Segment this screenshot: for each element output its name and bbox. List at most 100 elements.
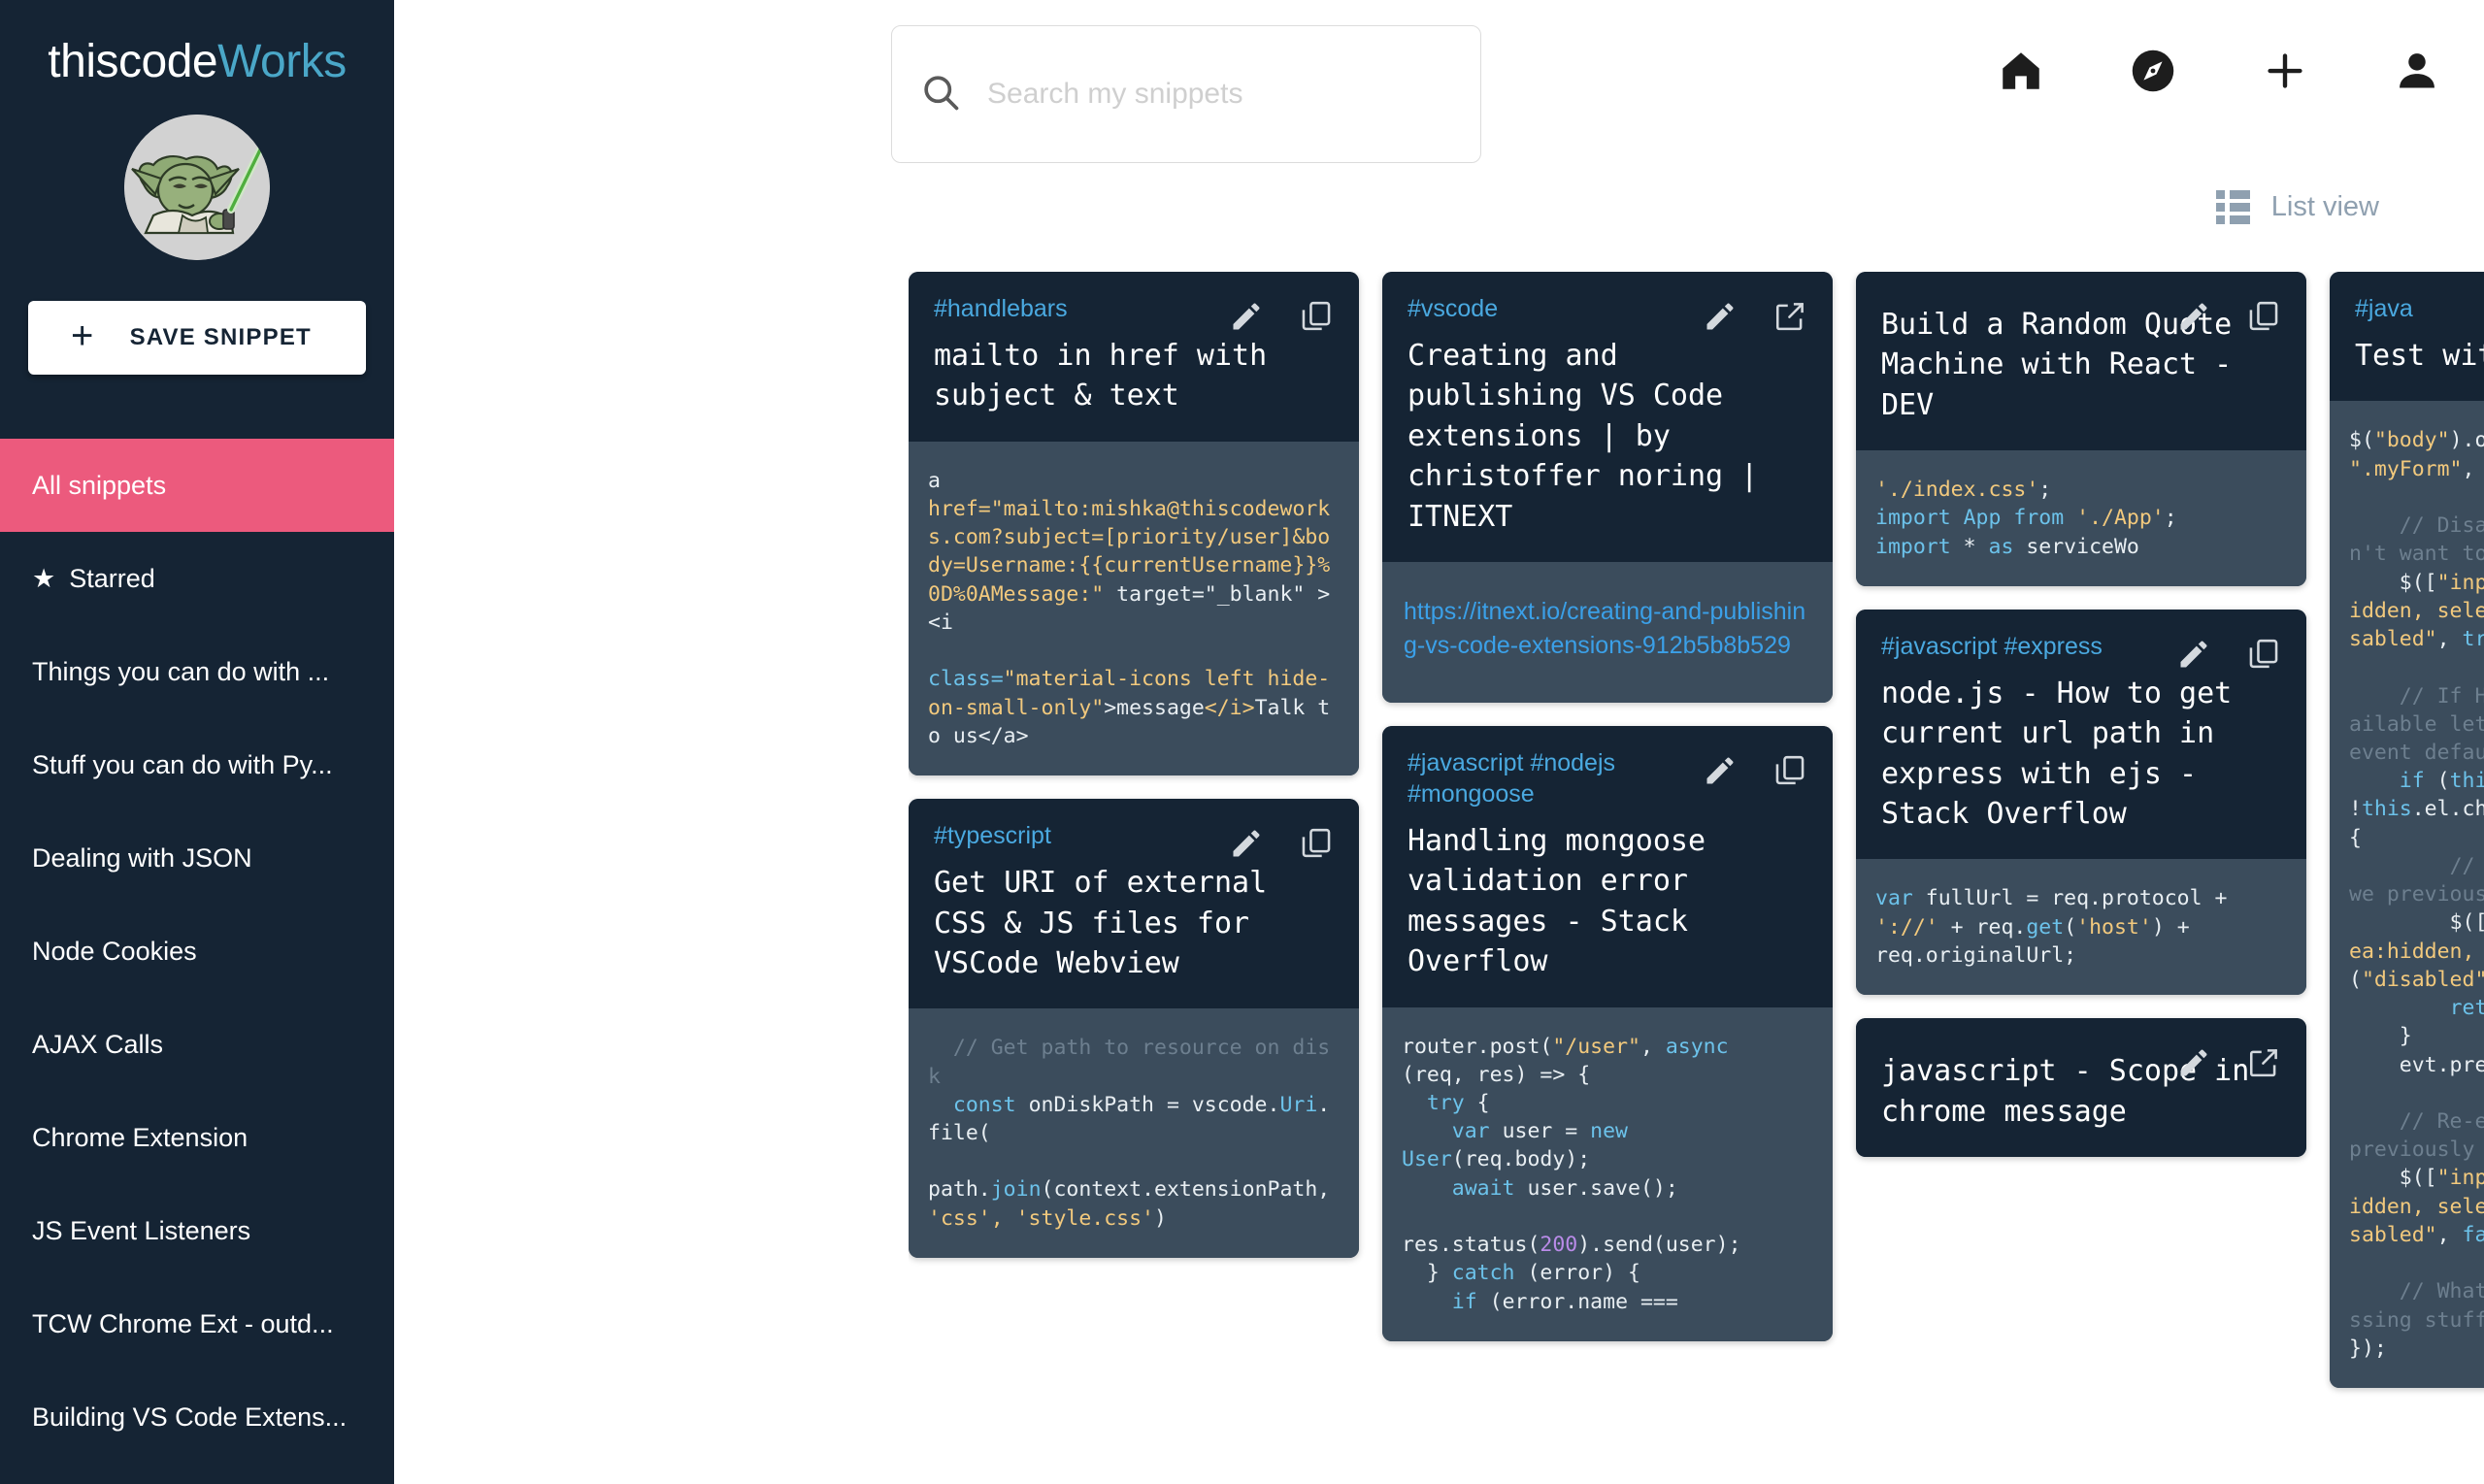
list-view-toggle[interactable]: List view (2215, 190, 2379, 224)
sidebar-item-label: JS Event Listeners (32, 1215, 251, 1245)
snippet-card[interactable]: #javascript #express node.js - How to get… (1856, 609, 2306, 996)
save-snippet-label: SAVE SNIPPET (129, 324, 312, 350)
sidebar-item-stuff-you-can-do-with-py[interactable]: Stuff you can do with Py... (0, 718, 394, 811)
top-icon-group (1997, 47, 2441, 100)
snippet-card-actions (1703, 753, 1807, 793)
snippet-column-2: #vscode Creating and publishing VS Code e… (1382, 272, 1833, 1484)
list-view-icon (2215, 190, 2250, 224)
snippet-card-actions (1229, 299, 1334, 339)
sidebar-item-label: Starred (69, 563, 155, 593)
snippet-board: #handlebars mailto in href with subject &… (909, 272, 2484, 1484)
star-icon: ★ (32, 563, 56, 593)
top-bar: List view (394, 0, 2484, 224)
save-snippet-button[interactable]: + SAVE SNIPPET (28, 301, 366, 375)
snippet-title: Test without required (2355, 339, 2484, 373)
sidebar-item-label: All snippets (32, 470, 167, 500)
snippet-card-actions (1703, 299, 1807, 339)
sidebar-item-label: Node Cookies (32, 936, 197, 966)
sidebar-item-ajax-calls[interactable]: AJAX Calls (0, 998, 394, 1091)
home-icon[interactable] (1997, 47, 2045, 100)
copy-icon[interactable] (2246, 299, 2281, 339)
app-logo[interactable]: thiscodeWorks (0, 0, 394, 85)
add-plus-icon[interactable] (2261, 47, 2309, 100)
sidebar-item-label: Building VS Code Extens... (32, 1402, 348, 1432)
snippet-column-4: #java Test without required $("body").on("… (2330, 272, 2484, 1484)
sidebar-item-label: Things you can do with ... (32, 656, 330, 686)
edit-pencil-icon[interactable] (1229, 299, 1264, 339)
sidebar-item-starred[interactable]: ★ Starred (0, 532, 394, 625)
snippet-tags[interactable]: #java (2355, 293, 2484, 324)
sidebar-item-label: Dealing with JSON (32, 842, 252, 873)
sidebar-item-tcw-chrome-ext-outd[interactable]: TCW Chrome Ext - outd... (0, 1277, 394, 1370)
sidebar: thiscodeWorks + SAVE SNIPPET All snippet… (0, 0, 394, 1484)
copy-icon[interactable] (1299, 299, 1334, 339)
list-view-label: List view (2270, 191, 2379, 222)
logo-text-accent: Works (217, 36, 347, 87)
snippet-card-actions (2176, 299, 2281, 339)
snippet-card[interactable]: javascript - Scope in chrome message (1856, 1018, 2306, 1157)
snippet-card-header: #javascript #nodejs #mongoose Handling mo… (1382, 725, 1833, 1007)
sidebar-item-label: Chrome Extension (32, 1122, 248, 1152)
edit-pencil-icon[interactable] (2176, 299, 2211, 339)
snippet-card-header: #vscode Creating and publishing VS Code e… (1382, 272, 1833, 562)
snippet-card[interactable]: #handlebars mailto in href with subject &… (909, 272, 1359, 776)
sidebar-item-things-you-can-do-with[interactable]: Things you can do with ... (0, 625, 394, 718)
sidebar-item-label: TCW Chrome Ext - outd... (32, 1308, 334, 1338)
snippet-card-header: Build a Random Quote Machine with React … (1856, 272, 2306, 451)
snippet-code: var fullUrl = req.protocol + '://' + req… (1856, 859, 2306, 996)
sidebar-item-dealing-with-json[interactable]: Dealing with JSON (0, 811, 394, 905)
snippet-card[interactable]: Build a Random Quote Machine with React … (1856, 272, 2306, 586)
edit-pencil-icon[interactable] (1229, 826, 1264, 866)
snippet-card-actions (1229, 826, 1334, 866)
sidebar-item-building-vs-code-extens[interactable]: Building VS Code Extens... (0, 1370, 394, 1464)
copy-icon[interactable] (1299, 826, 1334, 866)
explore-compass-icon[interactable] (2129, 47, 2177, 100)
snippet-card-header: #handlebars mailto in href with subject &… (909, 272, 1359, 442)
avatar[interactable] (124, 115, 270, 260)
snippet-card-header: #typescript Get URI of external CSS & JS … (909, 799, 1359, 1009)
app-root: thiscodeWorks + SAVE SNIPPET All snippet… (0, 0, 2484, 1484)
snippet-code: // Get path to resource on disk const on… (909, 1008, 1359, 1258)
sidebar-item-chrome-extension[interactable]: Chrome Extension (0, 1091, 394, 1184)
plus-icon: + (71, 314, 95, 357)
snippet-card[interactable]: #javascript #nodejs #mongoose Handling mo… (1382, 725, 1833, 1341)
search-input[interactable] (987, 78, 1453, 111)
snippet-card[interactable]: #typescript Get URI of external CSS & JS … (909, 799, 1359, 1258)
search-icon (919, 71, 962, 118)
edit-pencil-icon[interactable] (1703, 753, 1738, 793)
open-external-icon[interactable] (1772, 299, 1807, 339)
yoda-avatar-icon (124, 115, 270, 260)
sidebar-item-node-cookies[interactable]: Node Cookies (0, 905, 394, 998)
logo-text-primary: thiscode (48, 36, 218, 87)
snippet-code: a href="mailto:mishka@thiscodeworks.com?… (909, 441, 1359, 776)
snippet-column-3: Build a Random Quote Machine with React … (1856, 272, 2306, 1484)
snippet-column-1: #handlebars mailto in href with subject &… (909, 272, 1359, 1484)
snippet-code: $("body").on("submit", ".myForm", functi… (2330, 401, 2484, 1389)
snippet-card[interactable]: #vscode Creating and publishing VS Code e… (1382, 272, 1833, 703)
snippet-card-actions (2176, 637, 2281, 676)
snippet-card-header: javascript - Scope in chrome message (1856, 1018, 2306, 1157)
snippet-code: router.post("/user", async (req, res) =>… (1382, 1006, 1833, 1341)
copy-icon[interactable] (1772, 753, 1807, 793)
copy-icon[interactable] (2246, 637, 2281, 676)
sidebar-nav: All snippets ★ Starred Things you can do wi… (0, 439, 394, 1464)
snippet-card[interactable]: #java Test without required $("body").on("… (2330, 272, 2484, 1389)
account-person-icon[interactable] (2393, 47, 2441, 100)
sidebar-item-all-snippets[interactable]: All snippets (0, 439, 394, 532)
sidebar-item-label: Stuff you can do with Py... (32, 749, 333, 779)
search-box[interactable] (891, 25, 1481, 163)
snippet-card-actions (2176, 1045, 2281, 1085)
main-content: List view #handlebarsmailto in href with… (394, 0, 2484, 1484)
sidebar-item-label: AJAX Calls (32, 1029, 164, 1059)
snippet-title: Handling mongoose validation error messa… (1408, 823, 1706, 979)
snippet-title: Get URI of external CSS & JS files for V… (934, 866, 1268, 980)
edit-pencil-icon[interactable] (2176, 1045, 2211, 1085)
snippet-card-header: #java Test without required (2330, 272, 2484, 402)
snippet-card-header: #javascript #express node.js - How to get… (1856, 609, 2306, 860)
edit-pencil-icon[interactable] (1703, 299, 1738, 339)
edit-pencil-icon[interactable] (2176, 637, 2211, 676)
open-external-icon[interactable] (2246, 1045, 2281, 1085)
avatar-wrapper (0, 115, 394, 260)
snippet-link[interactable]: https://itnext.io/creating-and-publishin… (1382, 561, 1833, 703)
sidebar-item-js-event-listeners[interactable]: JS Event Listeners (0, 1184, 394, 1277)
